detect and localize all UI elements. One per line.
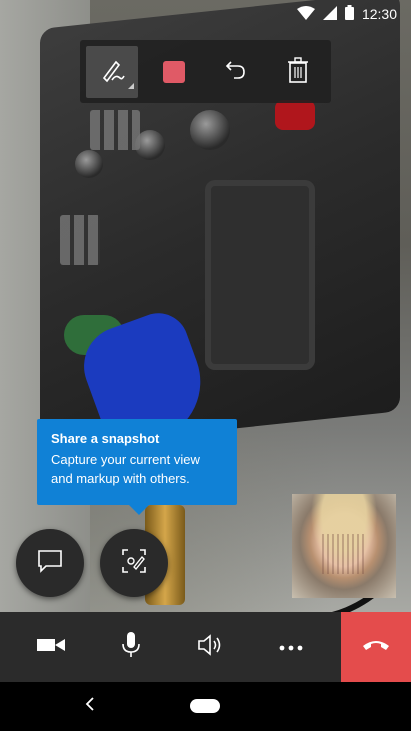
panel-knob — [190, 110, 230, 150]
video-icon — [37, 637, 65, 658]
undo-icon — [224, 58, 248, 87]
delete-button[interactable] — [272, 46, 324, 98]
panel-keypad — [60, 215, 100, 265]
back-button[interactable] — [80, 696, 100, 716]
pen-tool-button[interactable] — [86, 46, 138, 98]
chat-button[interactable] — [16, 529, 84, 597]
microphone-icon — [122, 631, 140, 663]
emergency-button — [275, 100, 315, 130]
home-pill[interactable] — [190, 699, 220, 713]
cellular-icon — [322, 5, 337, 23]
hang-up-icon — [362, 638, 390, 656]
remote-video-thumbnail[interactable] — [292, 494, 396, 598]
hang-up-button[interactable] — [341, 612, 411, 682]
metal-bracket — [205, 180, 315, 370]
back-icon — [85, 696, 95, 716]
trash-icon — [287, 56, 309, 88]
navigation-bar — [0, 682, 411, 731]
battery-icon — [344, 5, 354, 23]
color-swatch — [163, 61, 185, 83]
status-time: 12:30 — [361, 6, 397, 22]
markup-toolbar — [80, 40, 331, 103]
video-toggle-button[interactable] — [16, 612, 86, 682]
snapshot-button[interactable] — [100, 529, 168, 597]
mute-button[interactable] — [96, 612, 166, 682]
snapshot-markup-icon — [120, 547, 148, 580]
submenu-indicator-icon — [128, 76, 134, 94]
panel-knob — [75, 150, 103, 178]
undo-button[interactable] — [210, 46, 262, 98]
speaker-icon — [198, 633, 224, 661]
pen-icon — [98, 56, 126, 89]
call-control-bar — [0, 612, 411, 682]
status-bar: 12:30 — [0, 0, 411, 28]
snapshot-tooltip[interactable]: Share a snapshot Capture your current vi… — [37, 419, 237, 515]
panel-keypad — [90, 110, 140, 150]
tooltip-body: Capture your current view and markup wit… — [51, 452, 200, 486]
participant-face — [322, 534, 366, 574]
more-icon — [279, 638, 303, 656]
chat-icon — [37, 549, 63, 578]
tooltip-title: Share a snapshot — [51, 431, 160, 446]
more-options-button[interactable] — [256, 612, 326, 682]
wifi-icon — [296, 5, 315, 23]
color-picker-button[interactable] — [148, 46, 200, 98]
speaker-button[interactable] — [176, 612, 246, 682]
